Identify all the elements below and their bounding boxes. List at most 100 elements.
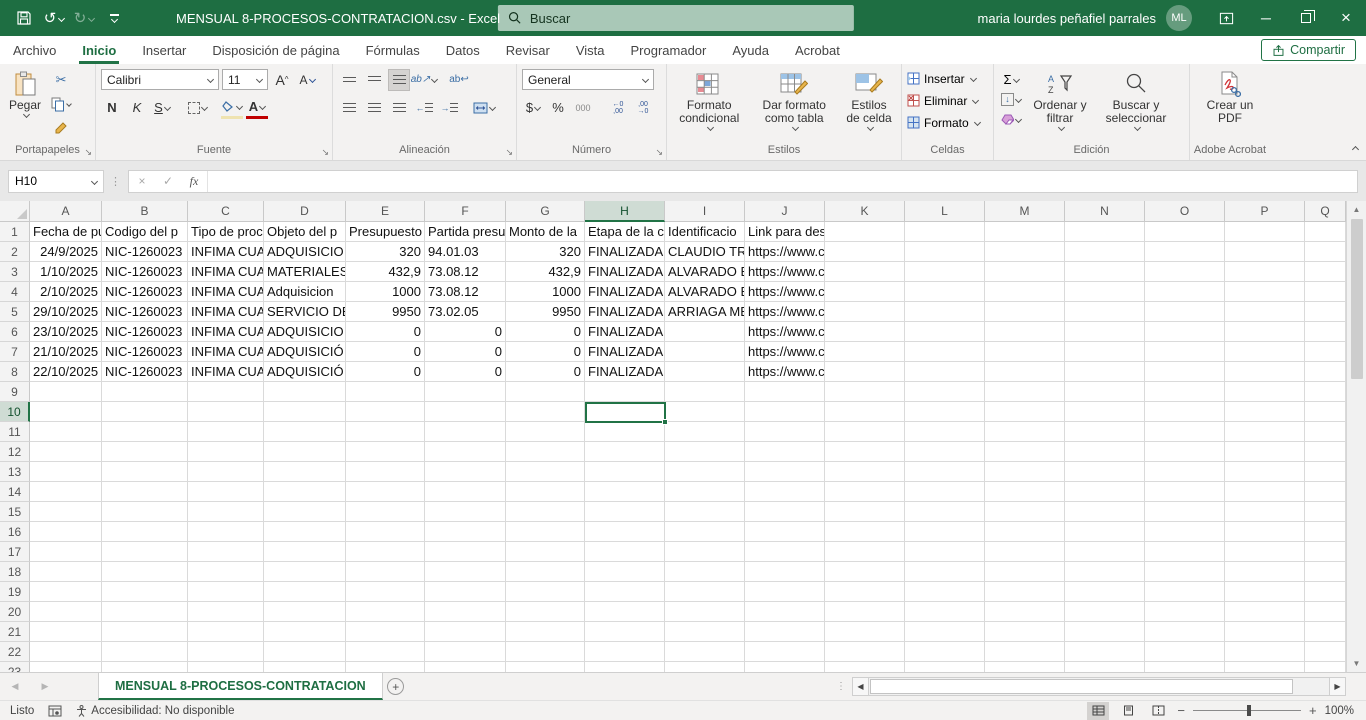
cell-B1[interactable]: Codigo del p <box>102 222 188 242</box>
cell-H18[interactable] <box>585 562 665 582</box>
cell-Q19[interactable] <box>1305 582 1346 602</box>
cell-D13[interactable] <box>264 462 346 482</box>
cell-Q20[interactable] <box>1305 602 1346 622</box>
align-bottom-icon[interactable] <box>388 69 410 91</box>
cell-K12[interactable] <box>825 442 905 462</box>
cell-B6[interactable]: NIC-1260023 <box>102 322 188 342</box>
cell-N8[interactable] <box>1065 362 1145 382</box>
cell-C10[interactable] <box>188 402 264 422</box>
cell-Q8[interactable] <box>1305 362 1346 382</box>
cell-B19[interactable] <box>102 582 188 602</box>
cell-O17[interactable] <box>1145 542 1225 562</box>
row-header-23[interactable]: 23 <box>0 662 30 672</box>
cell-C14[interactable] <box>188 482 264 502</box>
cell-H21[interactable] <box>585 622 665 642</box>
cell-P19[interactable] <box>1225 582 1305 602</box>
cell-M22[interactable] <box>985 642 1065 662</box>
cell-B17[interactable] <box>102 542 188 562</box>
cell-E21[interactable] <box>346 622 425 642</box>
align-right-icon[interactable] <box>388 97 410 119</box>
cell-J17[interactable] <box>745 542 825 562</box>
cell-Q11[interactable] <box>1305 422 1346 442</box>
cell-E8[interactable]: 0 <box>346 362 425 382</box>
cell-C4[interactable]: INFIMA CUA <box>188 282 264 302</box>
cell-M13[interactable] <box>985 462 1065 482</box>
cell-N5[interactable] <box>1065 302 1145 322</box>
cell-P6[interactable] <box>1225 322 1305 342</box>
tab-insertar[interactable]: Insertar <box>129 36 199 64</box>
cell-A23[interactable] <box>30 662 102 672</box>
cell-E9[interactable] <box>346 382 425 402</box>
cell-N3[interactable] <box>1065 262 1145 282</box>
cell-L4[interactable] <box>905 282 985 302</box>
fill-color-icon[interactable] <box>221 97 243 119</box>
cell-J4[interactable]: https://www.compraspublicas.gob.ec/Proce… <box>745 282 825 302</box>
cell-G23[interactable] <box>506 662 585 672</box>
cell-B7[interactable]: NIC-1260023 <box>102 342 188 362</box>
cell-M14[interactable] <box>985 482 1065 502</box>
cell-Q1[interactable] <box>1305 222 1346 242</box>
copy-icon[interactable] <box>49 93 73 115</box>
column-header-H[interactable]: H <box>585 201 665 222</box>
cell-F20[interactable] <box>425 602 506 622</box>
cell-D21[interactable] <box>264 622 346 642</box>
cell-K11[interactable] <box>825 422 905 442</box>
tab-ayuda[interactable]: Ayuda <box>719 36 782 64</box>
select-all-corner[interactable] <box>0 201 30 222</box>
cell-P15[interactable] <box>1225 502 1305 522</box>
cell-B11[interactable] <box>102 422 188 442</box>
cell-B2[interactable]: NIC-1260023 <box>102 242 188 262</box>
cell-M15[interactable] <box>985 502 1065 522</box>
cell-L9[interactable] <box>905 382 985 402</box>
clear-icon[interactable] <box>999 110 1023 128</box>
cell-O8[interactable] <box>1145 362 1225 382</box>
cell-C13[interactable] <box>188 462 264 482</box>
cell-I4[interactable]: ALVARADO E <box>665 282 745 302</box>
cell-N12[interactable] <box>1065 442 1145 462</box>
zoom-out-button[interactable]: − <box>1177 703 1185 718</box>
cell-B21[interactable] <box>102 622 188 642</box>
row-header-17[interactable]: 17 <box>0 542 30 562</box>
cell-I23[interactable] <box>665 662 745 672</box>
cell-O3[interactable] <box>1145 262 1225 282</box>
redo-icon[interactable]: ↻ <box>70 4 98 32</box>
cell-A8[interactable]: 22/10/2025 <box>30 362 102 382</box>
cell-B23[interactable] <box>102 662 188 672</box>
column-header-P[interactable]: P <box>1225 201 1305 222</box>
cell-B22[interactable] <box>102 642 188 662</box>
cell-H23[interactable] <box>585 662 665 672</box>
save-icon[interactable] <box>10 4 38 32</box>
cell-H4[interactable]: FINALIZADA <box>585 282 665 302</box>
cell-H8[interactable]: FINALIZADA <box>585 362 665 382</box>
cell-B15[interactable] <box>102 502 188 522</box>
cell-I5[interactable]: ARRIAGA ME <box>665 302 745 322</box>
cell-L18[interactable] <box>905 562 985 582</box>
insert-cells-button[interactable]: Insertar <box>907 68 988 89</box>
cell-Q10[interactable] <box>1305 402 1346 422</box>
search-box[interactable]: Buscar <box>498 5 854 31</box>
row-header-2[interactable]: 2 <box>0 242 30 262</box>
cell-K7[interactable] <box>825 342 905 362</box>
cell-F21[interactable] <box>425 622 506 642</box>
row-header-12[interactable]: 12 <box>0 442 30 462</box>
cell-C8[interactable]: INFIMA CUA <box>188 362 264 382</box>
decrease-font-icon[interactable]: A <box>296 69 318 91</box>
currency-format-icon[interactable]: $ <box>522 97 544 119</box>
format-painter-icon[interactable] <box>49 117 73 139</box>
cell-D3[interactable]: MATERIALES <box>264 262 346 282</box>
cell-K17[interactable] <box>825 542 905 562</box>
cell-K15[interactable] <box>825 502 905 522</box>
tab-fórmulas[interactable]: Fórmulas <box>353 36 433 64</box>
row-header-6[interactable]: 6 <box>0 322 30 342</box>
add-sheet-button[interactable]: + <box>383 673 409 700</box>
tab-disposición-de-página[interactable]: Disposición de página <box>199 36 352 64</box>
cell-C5[interactable]: INFIMA CUA <box>188 302 264 322</box>
cell-Q9[interactable] <box>1305 382 1346 402</box>
cell-J6[interactable]: https://www.compraspublicas.gob.ec/Proce… <box>745 322 825 342</box>
create-pdf-button[interactable]: Crear un PDF <box>1200 67 1260 143</box>
cell-G13[interactable] <box>506 462 585 482</box>
cell-G11[interactable] <box>506 422 585 442</box>
user-name[interactable]: maria lourdes peñafiel parrales <box>978 11 1156 26</box>
cell-F5[interactable]: 73.02.05 <box>425 302 506 322</box>
cell-G17[interactable] <box>506 542 585 562</box>
